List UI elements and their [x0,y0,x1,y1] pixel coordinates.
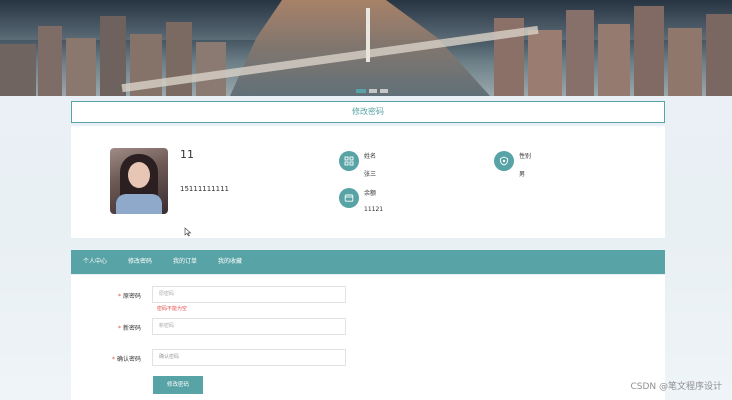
balance-value: 11121 [364,206,384,213]
submit-button[interactable]: 修改密码 [153,376,203,394]
name-label: 姓名 [364,153,377,160]
carousel-dot[interactable] [356,89,366,93]
user-nav-bar: 个人中心 修改密码 我的订单 我的收藏 [71,250,665,274]
carousel-dot[interactable] [380,89,388,93]
username: 11 [180,148,194,161]
carousel-indicator [356,89,388,93]
page-title: 修改密码 [71,101,665,123]
balance-label: 余额 [364,190,377,197]
hero-banner [0,0,732,96]
new-password-label: * 新密码 [117,325,141,332]
nav-item-my-orders[interactable]: 我的订单 [173,250,197,274]
shield-icon [494,151,514,171]
name-value: 张三 [364,171,377,178]
old-password-label: * 原密码 [117,293,141,300]
nav-item-change-password[interactable]: 修改密码 [128,250,152,274]
confirm-password-input[interactable]: 确认密码 [152,349,346,366]
gender-value: 男 [519,171,526,178]
carousel-dot[interactable] [369,89,377,93]
mouse-cursor-icon [184,227,192,237]
new-password-input[interactable]: 新密码 [152,318,346,335]
confirm-password-label: * 确认密码 [111,356,141,363]
nav-item-personal-center[interactable]: 个人中心 [83,250,107,274]
old-password-error: 密码不能为空 [157,306,188,312]
wallet-icon [339,188,359,208]
avatar [110,148,168,214]
grid-icon [339,151,359,171]
nav-item-my-favorites[interactable]: 我的收藏 [218,250,242,274]
old-password-input[interactable]: 原密码 [152,286,346,303]
profile-card: 11 15111111111 姓名 张三 性别 男 余额 11121 [71,126,665,238]
banner-bridge-tower [366,8,370,62]
watermark: CSDN @笔文程序设计 [630,382,722,392]
change-password-form: * 原密码 原密码 密码不能为空 * 新密码 新密码 * 确认密码 确认密码 修改密码 [71,275,665,400]
gender-label: 性别 [519,153,532,160]
user-phone: 15111111111 [180,185,229,193]
